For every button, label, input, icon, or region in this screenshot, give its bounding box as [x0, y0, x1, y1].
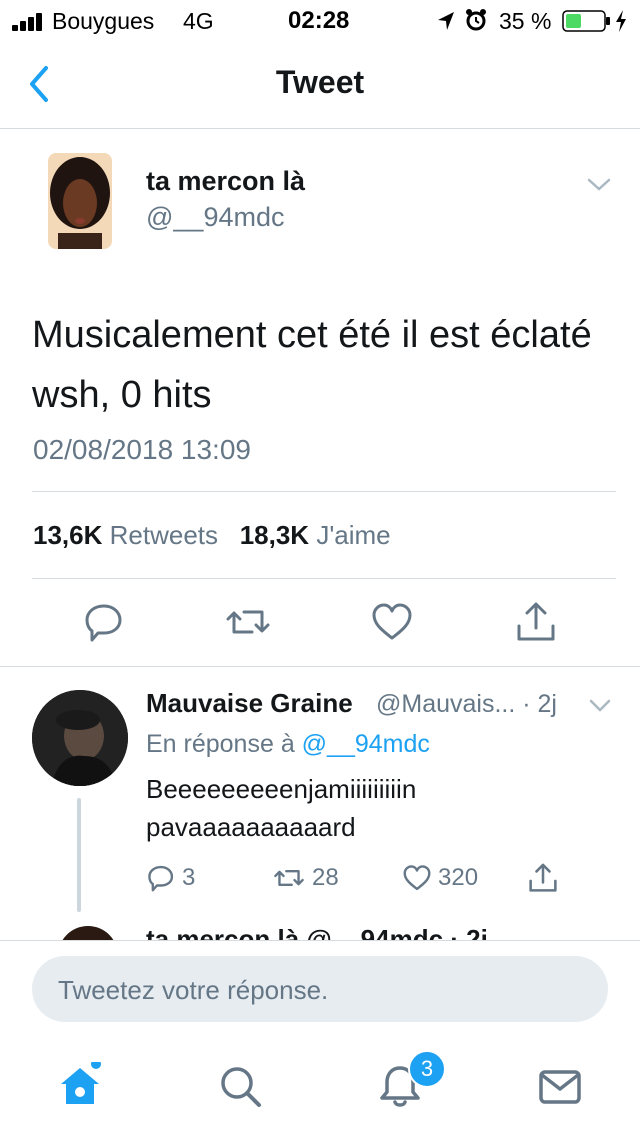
reply-author-handle[interactable]: @Mauvais... · 2j [376, 690, 557, 719]
reply-retweet-action[interactable]: 28 [272, 862, 339, 894]
tweet-stats: 13,6K Retweets 18,3K J'aime [33, 520, 391, 551]
carrier-name: Bouygues [52, 8, 155, 34]
messages-icon[interactable] [536, 1062, 584, 1110]
likes-count[interactable]: 18,3K [240, 520, 309, 550]
reply-reply-action[interactable]: 3 [146, 862, 195, 894]
like-icon[interactable] [370, 600, 414, 644]
home-icon[interactable] [56, 1062, 104, 1110]
reply-text: Beeeeeeeeenjamiiiiiiiiin pavaaaaaaaaaard [146, 770, 416, 846]
tweet-timestamp: 02/08/2018 13:09 [33, 434, 251, 465]
share-icon[interactable] [514, 600, 558, 644]
nav-divider [0, 128, 640, 129]
reply-icon[interactable] [82, 600, 126, 644]
like-count: 320 [438, 864, 479, 891]
retweets-count[interactable]: 13,6K [33, 520, 102, 550]
author-avatar[interactable] [48, 153, 112, 249]
tweet-text: Musicalement cet été il est éclaté wsh, … [32, 314, 592, 416]
search-icon[interactable] [216, 1062, 264, 1110]
reply-icon [148, 865, 174, 892]
charging-icon [616, 10, 626, 32]
page-title: Tweet [275, 64, 365, 100]
status-time: 02:28 [288, 7, 350, 34]
in-reply-handle-link[interactable]: @__94mdc [302, 730, 430, 758]
reply-author-avatar[interactable] [32, 690, 128, 786]
next-reply-avatar[interactable] [58, 926, 118, 940]
author-name[interactable]: ta mercon là [146, 166, 305, 197]
stats-divider-bottom [32, 578, 616, 579]
in-reply-to: En réponse à @__94mdc [146, 730, 430, 759]
network-type: 4G [183, 8, 214, 34]
retweet-icon[interactable] [226, 600, 270, 644]
retweet-icon [274, 869, 304, 887]
reply-count: 3 [182, 864, 196, 891]
stats-divider-top [32, 491, 616, 492]
likes-label[interactable]: J'aime [316, 520, 390, 550]
chevron-down-icon[interactable] [586, 176, 612, 194]
chevron-down-icon[interactable] [588, 698, 612, 714]
signal-icon [12, 13, 48, 31]
reply-input-placeholder: Tweetez votre réponse. [58, 975, 329, 1005]
share-icon[interactable] [526, 862, 560, 894]
retweet-count: 28 [312, 864, 339, 891]
reply-text-line: pavaaaaaaaaaard [146, 812, 356, 842]
like-icon [403, 865, 431, 891]
next-reply-header[interactable]: ta mercon là @__94mdc · 2j [146, 924, 488, 940]
battery-icon [562, 10, 610, 32]
alarm-icon [466, 9, 486, 31]
battery-percent: 35 % [499, 8, 552, 34]
notifications-badge: 3 [408, 1050, 446, 1088]
thread-line [77, 798, 81, 912]
location-arrow-icon [438, 12, 454, 30]
retweets-label[interactable]: Retweets [110, 520, 218, 550]
actions-divider [0, 666, 640, 667]
reply-like-action[interactable]: 320 [402, 862, 478, 894]
reply-author-name[interactable]: Mauvaise Graine [146, 688, 353, 719]
reply-text-line: Beeeeeeeeenjamiiiiiiiiin [146, 774, 417, 804]
status-bar: Bouygues 4G 02:28 35 % [0, 0, 640, 40]
in-reply-prefix: En réponse à [146, 730, 295, 758]
author-handle[interactable]: @__94mdc [146, 202, 284, 233]
